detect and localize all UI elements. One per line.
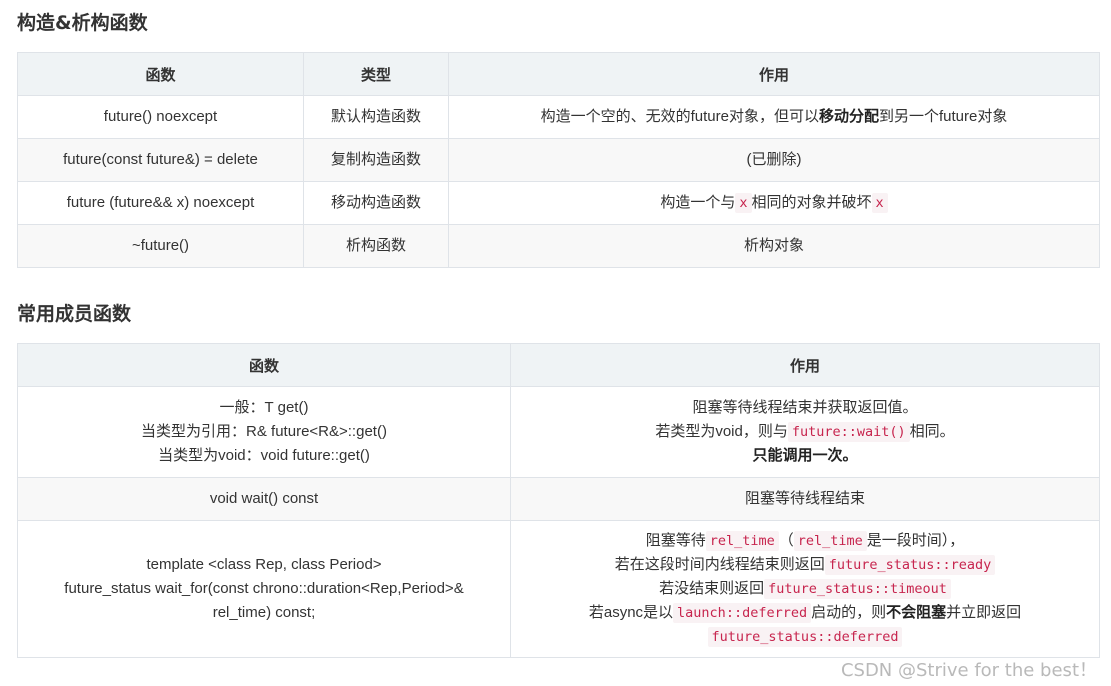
inline-code: future::wait() [787,422,910,442]
cell-effect: 阻塞等待线程结束 [510,477,1100,521]
member-functions-table: 函数 作用 一般：T get() 当类型为引用：R& future<R&>::g… [17,343,1100,658]
table-row: future (future&& x) noexcept 移动构造函数 构造一个… [17,181,1100,225]
cell-type: 默认构造函数 [303,95,449,139]
cell-function: future(const future&) = delete [17,138,304,182]
cell-effect: 析构对象 [448,224,1100,268]
inline-code: x [871,193,888,213]
section-title-member-functions: 常用成员函数 [17,303,132,325]
cell-effect: 阻塞等待线程结束并获取返回值。 若类型为void，则与 future::wait(… [510,386,1100,478]
inline-code: future_status::deferred [707,627,903,647]
table-row: future() noexcept 默认构造函数 构造一个空的、无效的futur… [17,95,1100,139]
table-row: void wait() const 阻塞等待线程结束 [17,477,1100,521]
inline-code: rel_time [793,531,867,551]
cell-function: template <class Rep, class Period> futur… [17,520,511,658]
inline-code: x [735,193,752,213]
inline-code: future_status::timeout [764,579,951,599]
cell-function: future() noexcept [17,95,304,139]
column-header-function: 函数 [17,52,304,96]
inline-code: future_status::ready [824,555,996,575]
cell-effect: (已删除) [448,138,1100,182]
column-header-type: 类型 [303,52,449,96]
cell-function: future (future&& x) noexcept [17,181,304,225]
table-row: future(const future&) = delete 复制构造函数 (已… [17,138,1100,182]
cell-effect: 阻塞等待 rel_time （rel_time 是一段时间）， 若在这段时间内线程结束… [510,520,1100,658]
column-header-effect: 作用 [448,52,1100,96]
cell-effect: 构造一个空的、无效的future对象，但可以移动分配到另一个future对象 [448,95,1100,139]
table-row: template <class Rep, class Period> futur… [17,520,1100,658]
cell-function: 一般：T get() 当类型为引用：R& future<R&>::get() 当… [17,386,511,478]
csdn-watermark: CSDN @Strive for the best！ [840,660,1097,681]
cell-effect: 构造一个与 x 相同的对象并破坏 x [448,181,1100,225]
table-row: 一般：T get() 当类型为引用：R& future<R&>::get() 当… [17,386,1100,478]
table-row: ~future() 析构函数 析构对象 [17,224,1100,268]
cell-type: 复制构造函数 [303,138,449,182]
cell-type: 析构函数 [303,224,449,268]
section-title-ctor-dtor: 构造&析构函数 [17,12,148,34]
cell-type: 移动构造函数 [303,181,449,225]
cell-function: ~future() [17,224,304,268]
inline-code: launch::deferred [673,603,812,623]
column-header-function: 函数 [17,343,511,387]
cell-function: void wait() const [17,477,511,521]
column-header-effect: 作用 [510,343,1100,387]
inline-code: rel_time [705,531,779,551]
ctor-dtor-table: 函数 类型 作用 future() noexcept 默认构造函数 构造一个空的… [17,52,1100,268]
